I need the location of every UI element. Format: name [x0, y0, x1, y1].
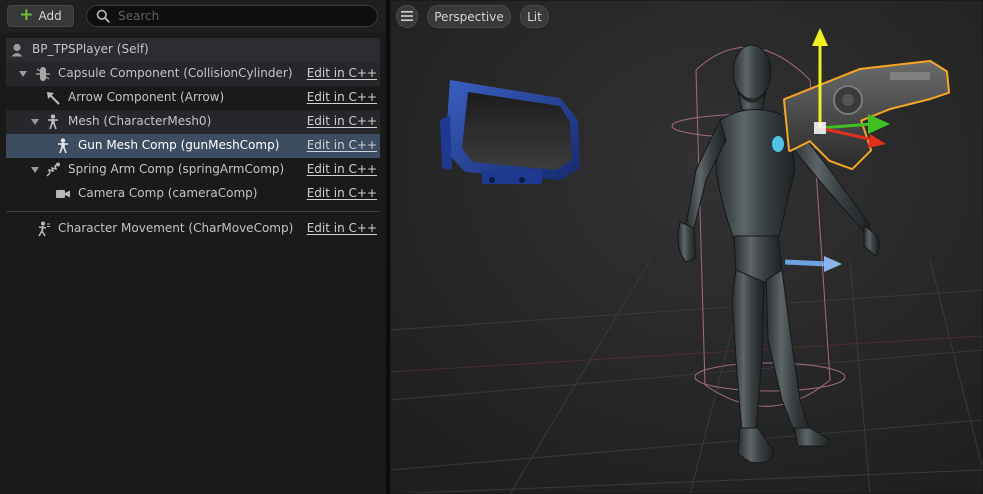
plus-icon: + [19, 4, 34, 25]
add-button-label: Add [38, 9, 62, 23]
spring-arm-icon [45, 162, 61, 178]
edit-in-cpp-link[interactable]: Edit in C++ [307, 66, 377, 80]
edit-in-cpp-link[interactable]: Edit in C++ [307, 114, 377, 128]
tree-item-label: Character Movement (CharMoveComp) [58, 221, 294, 235]
view-mode-button[interactable]: Perspective [427, 5, 511, 28]
tree-separator [6, 211, 380, 212]
search-input[interactable] [118, 9, 377, 23]
capsule-icon [35, 66, 51, 82]
arrow-component-icon [45, 90, 61, 106]
edit-in-cpp-link[interactable]: Edit in C++ [307, 138, 377, 152]
expand-arrow-icon[interactable] [31, 119, 39, 125]
tree-item-mesh[interactable]: Mesh (CharacterMesh0) Edit in C++ [6, 110, 380, 134]
tree-item-label: Capsule Component (CollisionCylinder) [58, 66, 293, 80]
tree-item-label: Spring Arm Comp (springArmComp) [68, 162, 285, 176]
character-movement-icon [35, 221, 51, 237]
components-toolbar: + Add [0, 0, 386, 33]
component-tree: BP_TPSPlayer (Self) Capsule Component (C… [6, 38, 380, 241]
tree-item-gun-mesh[interactable]: Gun Mesh Comp (gunMeshComp) Edit in C++ [6, 134, 380, 158]
edit-in-cpp-link[interactable]: Edit in C++ [307, 90, 377, 104]
tree-item-root[interactable]: BP_TPSPlayer (Self) [6, 38, 380, 62]
expand-arrow-icon[interactable] [19, 71, 27, 77]
skeletal-mesh-icon [55, 138, 71, 154]
components-panel: + Add BP_TPSPlayer (Self) Capsule Compon… [0, 0, 386, 494]
tree-item-camera[interactable]: Camera Comp (cameraComp) Edit in C++ [6, 182, 380, 206]
tree-item-label: Arrow Component (Arrow) [68, 90, 225, 104]
tree-item-label: Gun Mesh Comp (gunMeshComp) [78, 138, 280, 152]
tree-item-character-movement[interactable]: Character Movement (CharMoveComp) Edit i… [6, 217, 380, 241]
hamburger-icon [401, 10, 413, 24]
search-icon [96, 9, 110, 23]
tree-item-arrow[interactable]: Arrow Component (Arrow) Edit in C++ [6, 86, 380, 110]
skeletal-mesh-icon [45, 114, 61, 130]
chest-light [772, 136, 784, 152]
tree-item-capsule[interactable]: Capsule Component (CollisionCylinder) Ed… [6, 62, 380, 86]
edit-in-cpp-link[interactable]: Edit in C++ [307, 162, 377, 176]
actor-icon [9, 42, 25, 58]
tree-item-label: BP_TPSPlayer (Self) [32, 42, 149, 56]
tree-item-spring-arm[interactable]: Spring Arm Comp (springArmComp) Edit in … [6, 158, 380, 182]
viewport[interactable]: Perspective Lit [390, 0, 983, 494]
expand-arrow-icon[interactable] [31, 167, 39, 173]
add-component-button[interactable]: + Add [7, 5, 74, 27]
lighting-mode-button[interactable]: Lit [520, 5, 549, 28]
edit-in-cpp-link[interactable]: Edit in C++ [307, 221, 377, 235]
search-box[interactable] [86, 5, 378, 27]
viewport-scene [390, 0, 983, 494]
tree-item-label: Mesh (CharacterMesh0) [68, 114, 212, 128]
edit-in-cpp-link[interactable]: Edit in C++ [307, 186, 377, 200]
tree-item-label: Camera Comp (cameraComp) [78, 186, 258, 200]
camera-icon [55, 186, 71, 202]
viewport-menu-button[interactable] [396, 5, 418, 28]
